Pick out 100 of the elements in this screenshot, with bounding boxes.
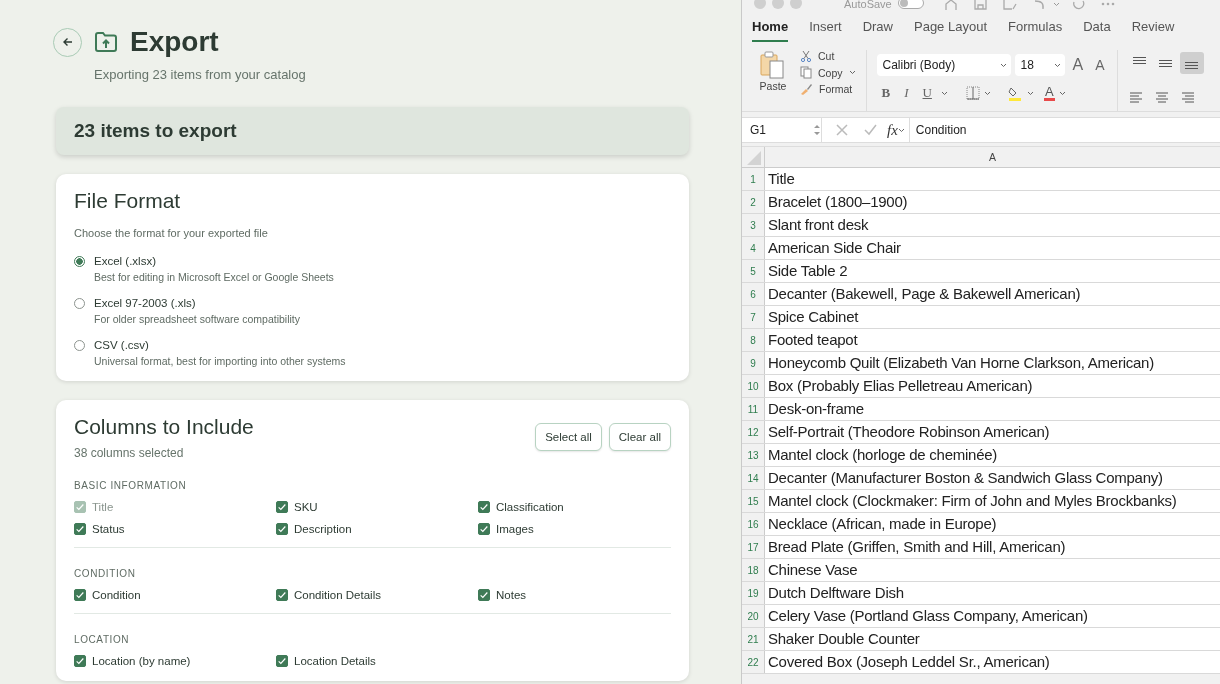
- format-painter-button[interactable]: Format: [800, 83, 856, 95]
- checkbox[interactable]: [276, 501, 288, 513]
- checkbox[interactable]: [478, 589, 490, 601]
- checkbox-label: SKU: [294, 501, 318, 513]
- row-number[interactable]: 10: [742, 375, 765, 397]
- checkbox[interactable]: [276, 589, 288, 601]
- option-description: Best for editing in Microsoft Excel or Google Sheets: [94, 271, 334, 283]
- row-number[interactable]: 21: [742, 628, 765, 650]
- row-number[interactable]: 4: [742, 237, 765, 259]
- autosave-toggle[interactable]: [897, 0, 924, 9]
- checkbox[interactable]: [276, 655, 288, 667]
- row-number[interactable]: 2: [742, 191, 765, 213]
- lines-icon: [1185, 62, 1199, 69]
- selection-count: 38 columns selected: [74, 446, 185, 460]
- column-header[interactable]: A: [765, 147, 1220, 167]
- table-cell-text: Decanter (Manufacturer Boston & Sandwich Glass Company): [767, 468, 1163, 488]
- caret-icon[interactable]: [1053, 62, 1061, 68]
- align-button[interactable]: [1179, 52, 1204, 74]
- table-cell-text: Celery Vase (Portland Glass Company, American): [767, 606, 1088, 626]
- row-number[interactable]: 17: [742, 536, 765, 558]
- copy-button[interactable]: Copy: [800, 66, 856, 79]
- caret-icon[interactable]: [999, 62, 1007, 68]
- table-cell-text: Decanter (Bakewell, Page & Bakewell American): [767, 284, 1081, 304]
- row-number[interactable]: 8: [742, 329, 765, 351]
- insert-function-button[interactable]: fx: [887, 121, 898, 139]
- row-number[interactable]: 19: [742, 582, 765, 604]
- font-color-button[interactable]: A: [1043, 85, 1055, 101]
- row-number[interactable]: 13: [742, 444, 765, 466]
- caret-icon[interactable]: [897, 127, 905, 133]
- checkbox-label: Notes: [496, 589, 527, 601]
- paste-button[interactable]: Paste: [754, 50, 792, 111]
- row-number[interactable]: 9: [742, 352, 765, 374]
- font-name-dropdown[interactable]: Calibri (Body): [876, 54, 1011, 76]
- fill-color-icon[interactable]: [1006, 85, 1023, 101]
- row-number[interactable]: 5: [742, 260, 765, 282]
- table-cell-text: Bracelet (1800–1900): [767, 192, 908, 212]
- table-cell-text: Desk-on-frame: [767, 399, 864, 419]
- table-cell-text: Dutch Delftware Dish: [767, 583, 904, 603]
- row-number[interactable]: 7: [742, 306, 765, 328]
- table-cell-text: Chinese Vase: [767, 560, 858, 580]
- checkbox-label: Description: [294, 523, 352, 535]
- stepper-icon[interactable]: [813, 123, 821, 137]
- checkbox-label: Condition Details: [294, 589, 381, 601]
- caret-icon[interactable]: [848, 70, 856, 75]
- page-title: Export: [130, 26, 219, 58]
- checkbox-label: Condition: [92, 589, 141, 601]
- formula-field[interactable]: Condition: [908, 118, 1220, 142]
- checkbox[interactable]: [478, 501, 490, 513]
- ribbon-tab[interactable]: Review: [1131, 19, 1175, 42]
- underline-button[interactable]: U: [917, 85, 937, 101]
- checkbox-label: Images: [496, 523, 534, 535]
- borders-icon[interactable]: [965, 86, 980, 100]
- checkbox-label: Title: [92, 501, 114, 513]
- checkbox[interactable]: [478, 523, 490, 535]
- card-description: Choose the format for your exported file: [74, 227, 269, 239]
- bold-button[interactable]: B: [876, 85, 896, 101]
- row-number[interactable]: 3: [742, 214, 765, 236]
- increase-font-button[interactable]: A: [1068, 56, 1088, 74]
- table-cell-text: Shaker Double Counter: [767, 629, 920, 649]
- row-number[interactable]: 20: [742, 605, 765, 627]
- ribbon-tab[interactable]: Data: [1083, 19, 1111, 42]
- decrease-font-button[interactable]: A: [1091, 57, 1109, 73]
- row-number[interactable]: 16: [742, 513, 765, 535]
- caret-icon[interactable]: [1058, 90, 1066, 96]
- action-button[interactable]: Select all: [535, 423, 602, 451]
- checkbox-label: Location (by name): [92, 655, 191, 667]
- row-number[interactable]: 18: [742, 559, 765, 581]
- checkbox[interactable]: [74, 523, 86, 535]
- font-size-dropdown[interactable]: 18: [1014, 54, 1065, 76]
- row-number[interactable]: 15: [742, 490, 765, 512]
- ribbon-tab[interactable]: Home: [752, 19, 789, 42]
- checkbox[interactable]: [74, 589, 86, 601]
- radio-button[interactable]: [74, 256, 85, 267]
- name-box[interactable]: G1: [750, 123, 766, 137]
- caret-icon[interactable]: [983, 90, 991, 96]
- action-button[interactable]: Clear all: [608, 423, 671, 451]
- caret-icon[interactable]: [940, 90, 948, 96]
- table-cell-text: Self-Portrait (Theodore Robinson American): [767, 422, 1050, 442]
- caret-icon[interactable]: [1026, 90, 1034, 96]
- page-subtitle: Exporting 23 items from your catalog: [94, 67, 307, 82]
- italic-button[interactable]: I: [899, 85, 914, 101]
- ribbon-tab[interactable]: Draw: [862, 19, 893, 42]
- ribbon-tab[interactable]: Insert: [809, 19, 842, 42]
- checkbox[interactable]: [276, 523, 288, 535]
- ribbon-tab[interactable]: Page Layout: [914, 19, 987, 42]
- row-number[interactable]: 1: [742, 168, 765, 190]
- row-number[interactable]: 12: [742, 421, 765, 443]
- row-number[interactable]: 14: [742, 467, 765, 489]
- table-cell-text: Covered Box (Joseph Leddel Sr., American): [767, 652, 1050, 672]
- row-number[interactable]: 6: [742, 283, 765, 305]
- option-label: CSV (.csv): [94, 339, 150, 351]
- checkbox[interactable]: [74, 655, 86, 667]
- cut-button[interactable]: Cut: [800, 50, 856, 62]
- row-number[interactable]: 11: [742, 398, 765, 420]
- ribbon-tab[interactable]: Formulas: [1008, 19, 1063, 42]
- autosave-label: AutoSave: [844, 0, 892, 10]
- caret-icon[interactable]: [1052, 1, 1060, 7]
- row-number[interactable]: 22: [742, 651, 765, 673]
- table-cell-text: Bread Plate (Griffen, Smith and Hill, American): [767, 537, 1066, 557]
- checkbox-label: Classification: [496, 501, 564, 513]
